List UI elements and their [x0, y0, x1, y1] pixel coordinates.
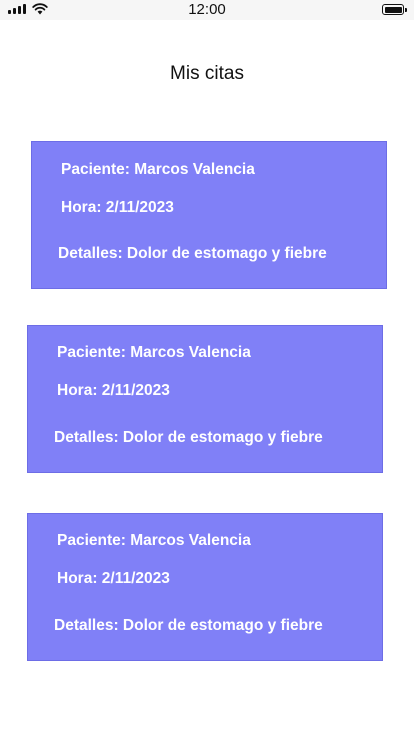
status-time: 12:00: [188, 1, 226, 18]
appointment-details: Detalles: Dolor de estomago y fiebre: [58, 245, 327, 262]
appointment-patient: Paciente: Marcos Valencia: [57, 344, 251, 361]
appointment-time: Hora: 2/11/2023: [57, 570, 170, 587]
appointment-patient: Paciente: Marcos Valencia: [57, 532, 251, 549]
appointment-details: Detalles: Dolor de estomago y fiebre: [54, 617, 323, 634]
appointment-card[interactable]: Paciente: Marcos Valencia Hora: 2/11/202…: [27, 513, 383, 661]
appointment-card[interactable]: Paciente: Marcos Valencia Hora: 2/11/202…: [27, 325, 383, 473]
appointment-time: Hora: 2/11/2023: [61, 199, 174, 216]
status-bar: 12:00: [0, 0, 414, 20]
appointment-time: Hora: 2/11/2023: [57, 382, 170, 399]
appointment-patient: Paciente: Marcos Valencia: [61, 161, 255, 178]
battery-icon: [382, 4, 407, 15]
screen: 12:00 Mis citas Paciente: Marcos Valenci…: [0, 0, 414, 731]
page-title: Mis citas: [170, 63, 244, 84]
appointment-card[interactable]: Paciente: Marcos Valencia Hora: 2/11/202…: [31, 141, 387, 289]
appointment-details: Detalles: Dolor de estomago y fiebre: [54, 429, 323, 446]
